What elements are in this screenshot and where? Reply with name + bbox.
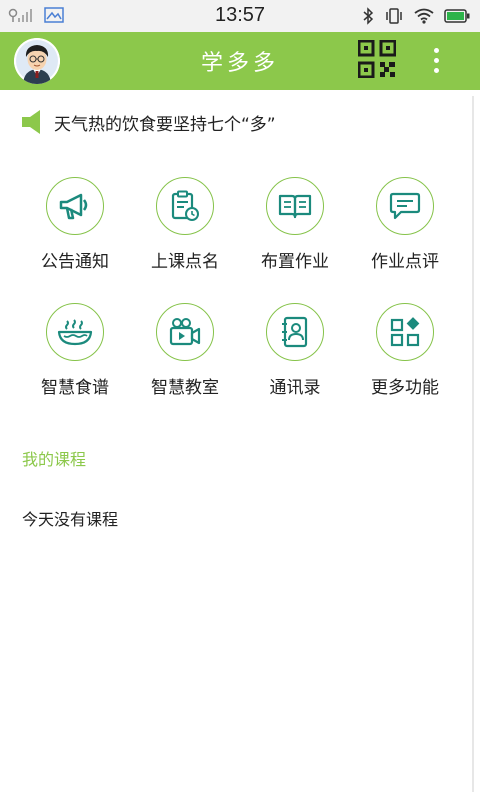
feature-label: 作业点评	[371, 252, 439, 272]
comment-icon	[389, 192, 421, 220]
feature-label: 通讯录	[269, 378, 321, 398]
contacts-icon	[282, 316, 308, 348]
feature-icon-circle	[46, 177, 104, 235]
more-vert-icon	[433, 67, 439, 73]
feature-label: 公告通知	[41, 252, 109, 272]
feature-contacts[interactable]: 通讯录	[240, 303, 350, 429]
feature-icon-circle	[266, 177, 324, 235]
app-bar: 学多多	[0, 32, 480, 90]
app-title: 学多多	[200, 51, 279, 76]
more-vert-icon	[433, 57, 439, 63]
vibrate-icon	[386, 8, 402, 24]
feature-label: 智慧教室	[151, 378, 219, 398]
bluetooth-icon	[363, 7, 374, 25]
megaphone-icon	[59, 193, 88, 220]
status-bar: 13:57	[0, 0, 480, 32]
no-courses-text: 今天没有课程	[22, 510, 119, 529]
bowl-icon	[57, 319, 93, 346]
open-book-icon	[278, 194, 312, 219]
wifi-icon	[414, 8, 434, 24]
apps-icon	[390, 317, 420, 347]
feature-icon-circle	[266, 303, 324, 361]
scroll-edge	[472, 96, 474, 792]
feature-icon-circle	[376, 177, 434, 235]
feature-classroom[interactable]: 智慧教室	[130, 303, 240, 429]
announcement-text: 天气热的饮食要坚持七个“多”	[54, 114, 276, 135]
feature-label: 布置作业	[261, 252, 329, 272]
feature-grid: 公告通知 上课点名 布置作业 作业点评 智慧食谱 智慧教室 通讯录 更多功能	[20, 177, 460, 429]
feature-more[interactable]: 更多功能	[350, 303, 460, 429]
status-right	[362, 7, 470, 25]
feature-homework-review[interactable]: 作业点评	[350, 177, 460, 303]
feature-row: 智慧食谱 智慧教室 通讯录 更多功能	[20, 303, 460, 429]
feature-icon-circle	[376, 303, 434, 361]
feature-label: 智慧食谱	[41, 378, 109, 398]
feature-attendance[interactable]: 上课点名	[130, 177, 240, 303]
my-courses-title: 我的课程	[22, 450, 87, 469]
more-vert-icon	[433, 47, 439, 53]
feature-icon-circle	[156, 303, 214, 361]
qr-code-icon	[357, 39, 397, 79]
feature-icon-circle	[46, 303, 104, 361]
feature-announcement[interactable]: 公告通知	[20, 177, 130, 303]
feature-label: 更多功能	[371, 378, 439, 398]
feature-icon-circle	[156, 177, 214, 235]
video-camera-icon	[169, 318, 201, 346]
more-options-button[interactable]	[426, 42, 446, 78]
battery-icon	[444, 9, 470, 23]
feature-recipes[interactable]: 智慧食谱	[20, 303, 130, 429]
speaker-icon	[22, 110, 40, 134]
feature-homework[interactable]: 布置作业	[240, 177, 350, 303]
feature-row: 公告通知 上课点名 布置作业 作业点评	[20, 177, 460, 303]
announcement-bar[interactable]: 天气热的饮食要坚持七个“多”	[20, 108, 276, 136]
clipboard-clock-icon	[171, 190, 199, 221]
feature-label: 上课点名	[151, 252, 219, 272]
qr-code-button[interactable]	[357, 39, 397, 79]
